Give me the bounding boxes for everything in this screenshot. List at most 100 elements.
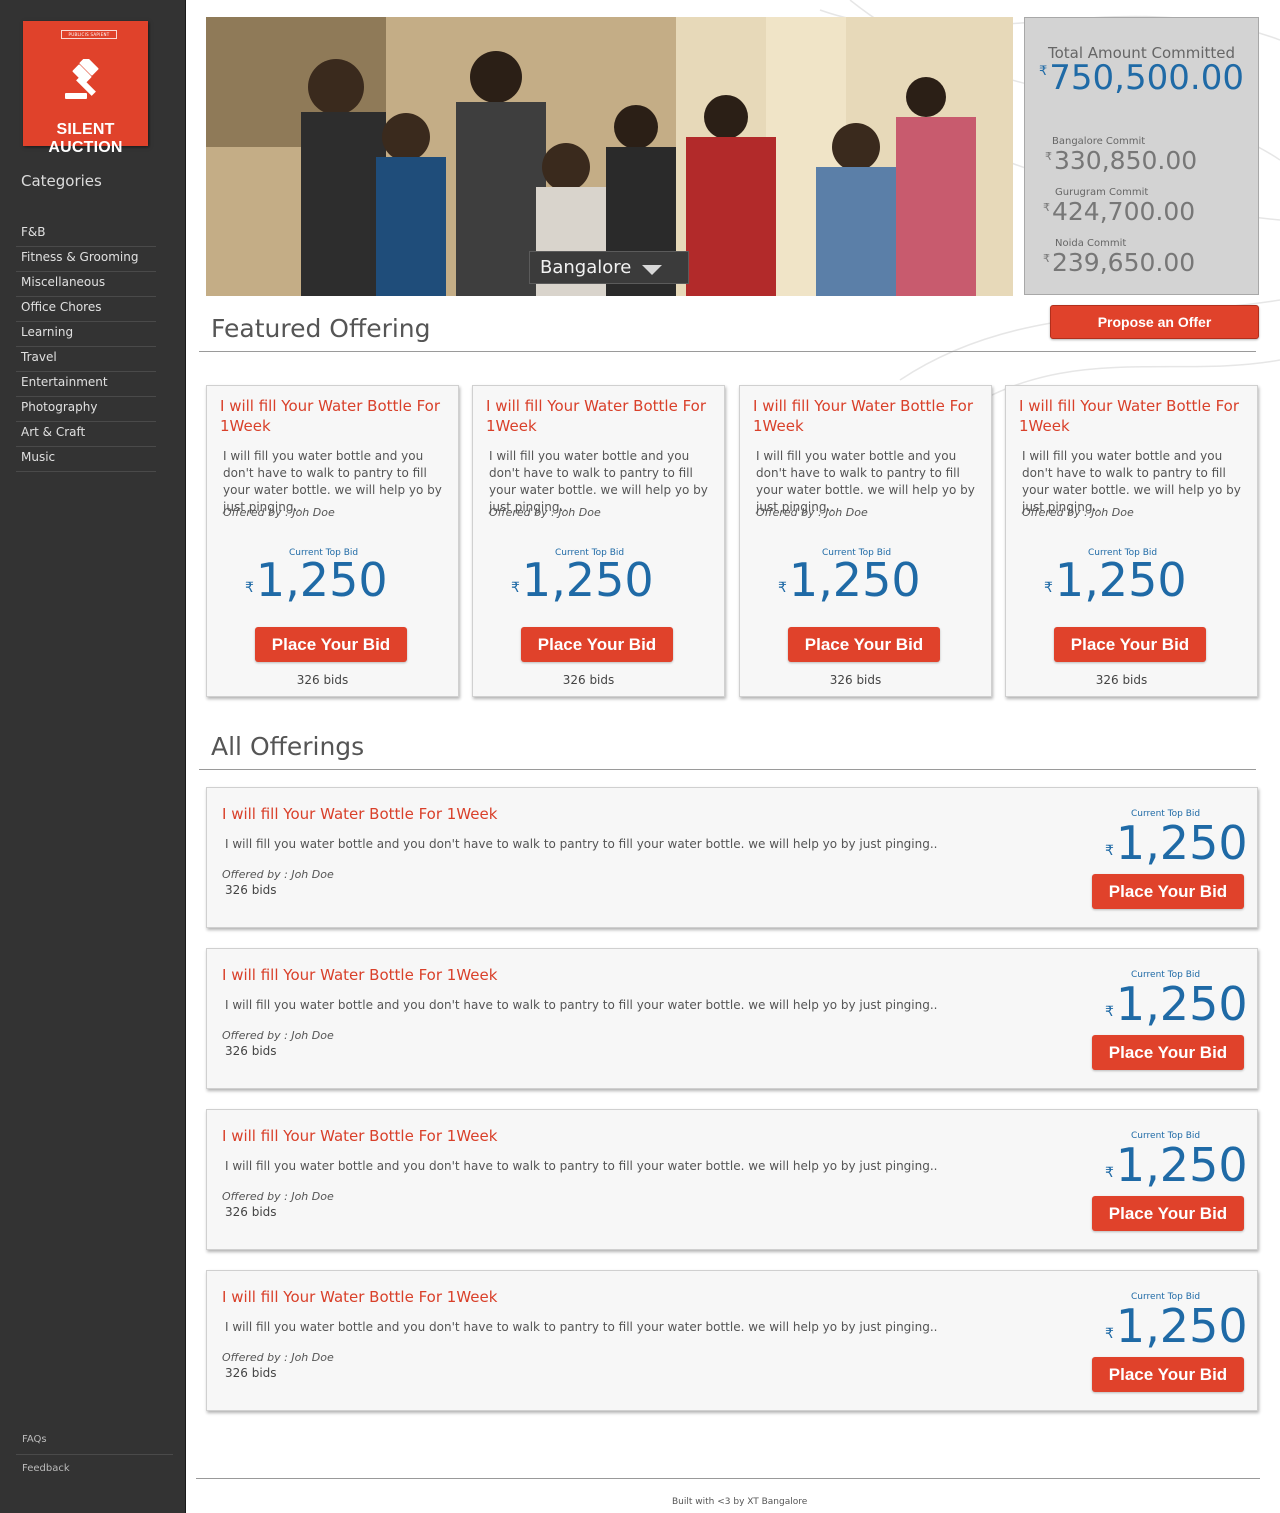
bid-count: 326 bids (829, 673, 882, 687)
sidebar-item-office-chores[interactable]: Office Chores (16, 297, 156, 322)
gurugram-commit-amount: 424,700.00 (1052, 197, 1196, 226)
offer-title[interactable]: I will fill Your Water Bottle For 1Week (222, 805, 497, 823)
offered-by: Offered by : Joh Doe (222, 1190, 334, 1203)
current-top-bid-value: ₹1,250 (778, 552, 921, 608)
current-top-bid-value: ₹1,250 (245, 552, 388, 608)
place-bid-button[interactable]: Place Your Bid (255, 627, 407, 662)
place-bid-button[interactable]: Place Your Bid (1092, 874, 1244, 909)
offer-title[interactable]: I will fill Your Water Bottle For 1Week (222, 966, 497, 984)
bid-amount: 1,250 (521, 553, 654, 607)
bid-amount: 1,250 (1115, 977, 1248, 1031)
hero-photo: Bangalore (206, 17, 1013, 296)
featured-card[interactable]: I will fill Your Water Bottle For 1Week … (472, 385, 725, 697)
offering-row[interactable]: I will fill Your Water Bottle For 1Week … (206, 948, 1258, 1089)
rupee-icon: ₹ (1043, 201, 1050, 214)
sidebar-item-miscellaneous[interactable]: Miscellaneous (16, 272, 156, 297)
bid-amount: 1,250 (1115, 1138, 1248, 1192)
all-offerings-title: All Offerings (211, 732, 365, 761)
rupee-icon: ₹ (1044, 580, 1053, 596)
offer-description: I will fill you water bottle and you don… (225, 1320, 938, 1334)
bangalore-commit-amount: 330,850.00 (1054, 146, 1198, 175)
sidebar-item-fitness-grooming[interactable]: Fitness & Grooming (16, 247, 156, 272)
bid-amount: 1,250 (1115, 816, 1248, 870)
current-top-bid-value: ₹1,250 (1105, 815, 1248, 871)
offer-title[interactable]: I will fill Your Water Bottle For 1Week (486, 396, 714, 436)
bid-amount: 1,250 (1115, 1299, 1248, 1353)
place-bid-button[interactable]: Place Your Bid (1092, 1357, 1244, 1392)
bid-amount: 1,250 (1054, 553, 1187, 607)
offer-title[interactable]: I will fill Your Water Bottle For 1Week (753, 396, 981, 436)
current-top-bid-value: ₹1,250 (1105, 976, 1248, 1032)
place-bid-button[interactable]: Place Your Bid (788, 627, 940, 662)
featured-card[interactable]: I will fill Your Water Bottle For 1Week … (1005, 385, 1258, 697)
offer-description: I will fill you water bottle and you don… (225, 1159, 938, 1173)
logo-top-label: PUBLICIS SAPIENT (61, 30, 117, 39)
city-dropdown[interactable]: Bangalore (529, 251, 689, 284)
bid-count: 326 bids (296, 673, 349, 687)
offering-row[interactable]: I will fill Your Water Bottle For 1Week … (206, 1270, 1258, 1411)
featured-card[interactable]: I will fill Your Water Bottle For 1Week … (206, 385, 459, 697)
offer-title[interactable]: I will fill Your Water Bottle For 1Week (222, 1127, 497, 1145)
rupee-icon: ₹ (511, 580, 520, 596)
sidebar-item-photography[interactable]: Photography (16, 397, 156, 422)
category-list: F&B Fitness & Grooming Miscellaneous Off… (16, 222, 156, 472)
featured-divider (199, 351, 1256, 352)
bid-amount: 1,250 (788, 553, 921, 607)
place-bid-button[interactable]: Place Your Bid (1092, 1035, 1244, 1070)
total-committed-amount: 750,500.00 (1049, 58, 1244, 98)
bid-count: 326 bids (1095, 673, 1148, 687)
faqs-link[interactable]: FAQs (16, 1430, 173, 1455)
offer-title[interactable]: I will fill Your Water Bottle For 1Week (1019, 396, 1247, 436)
noida-commit-value: ₹239,650.00 (1043, 248, 1195, 277)
featured-card[interactable]: I will fill Your Water Bottle For 1Week … (739, 385, 992, 697)
total-committed-value: ₹750,500.00 (1039, 58, 1244, 98)
place-bid-button[interactable]: Place Your Bid (1054, 627, 1206, 662)
place-bid-button[interactable]: Place Your Bid (1092, 1196, 1244, 1231)
sidebar-item-learning[interactable]: Learning (16, 322, 156, 347)
noida-commit-amount: 239,650.00 (1052, 248, 1196, 277)
rupee-icon: ₹ (1105, 1004, 1114, 1020)
gurugram-commit-value: ₹424,700.00 (1043, 197, 1195, 226)
rupee-icon: ₹ (1043, 252, 1050, 265)
offered-by: Offered by : Joh Doe (222, 868, 334, 881)
offer-description: I will fill you water bottle and you don… (225, 837, 938, 851)
featured-section-title: Featured Offering (211, 314, 431, 343)
offered-by: Offered by : Joh Doe (756, 506, 868, 519)
offering-row[interactable]: I will fill Your Water Bottle For 1Week … (206, 1109, 1258, 1250)
bid-count: 326 bids (225, 883, 277, 897)
offering-row[interactable]: I will fill Your Water Bottle For 1Week … (206, 787, 1258, 928)
logo-text: SILENT AUCTION (48, 121, 123, 156)
bangalore-commit-value: ₹330,850.00 (1045, 146, 1197, 175)
offered-by: Offered by : Joh Doe (222, 1351, 334, 1364)
sidebar-footer: FAQs Feedback (16, 1430, 173, 1483)
feedback-link[interactable]: Feedback (16, 1459, 173, 1483)
sidebar-item-art-craft[interactable]: Art & Craft (16, 422, 156, 447)
caret-down-icon (642, 265, 662, 275)
footer-divider (196, 1478, 1260, 1479)
offered-by: Offered by : Joh Doe (1022, 506, 1134, 519)
bid-count: 326 bids (225, 1205, 277, 1219)
rupee-icon: ₹ (245, 580, 254, 596)
all-offerings-divider (199, 769, 1256, 770)
current-top-bid-value: ₹1,250 (1044, 552, 1187, 608)
offered-by: Offered by : Joh Doe (489, 506, 601, 519)
rupee-icon: ₹ (778, 580, 787, 596)
sidebar-item-entertainment[interactable]: Entertainment (16, 372, 156, 397)
offer-title[interactable]: I will fill Your Water Bottle For 1Week (220, 396, 448, 436)
place-bid-button[interactable]: Place Your Bid (521, 627, 673, 662)
rupee-icon: ₹ (1045, 150, 1052, 163)
sidebar-item-travel[interactable]: Travel (16, 347, 156, 372)
sidebar-item-music[interactable]: Music (16, 447, 156, 472)
logo[interactable]: PUBLICIS SAPIENT SILENT AUCTION (23, 21, 148, 156)
gavel-icon (65, 59, 99, 99)
rupee-icon: ₹ (1105, 1165, 1114, 1181)
bid-count: 326 bids (562, 673, 615, 687)
sidebar-item-fnb[interactable]: F&B (16, 222, 156, 247)
sidebar: PUBLICIS SAPIENT SILENT AUCTION Categori… (0, 0, 186, 1513)
offered-by: Offered by : Joh Doe (223, 506, 335, 519)
propose-offer-button[interactable]: Propose an Offer (1050, 305, 1259, 339)
rupee-icon: ₹ (1105, 843, 1114, 859)
bid-count: 326 bids (225, 1366, 277, 1380)
offer-title[interactable]: I will fill Your Water Bottle For 1Week (222, 1288, 497, 1306)
rupee-icon: ₹ (1105, 1326, 1114, 1342)
